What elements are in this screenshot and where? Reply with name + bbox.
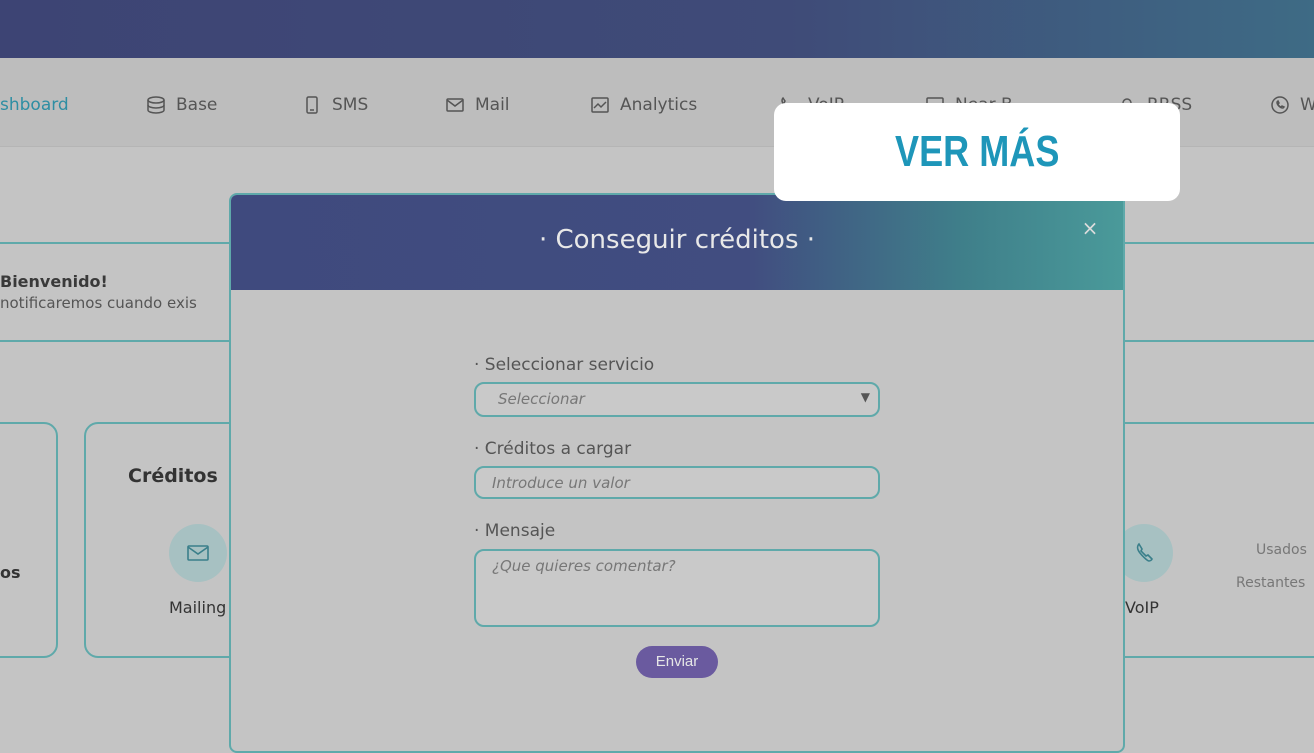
welcome-subtitle: notificaremos cuando exis <box>0 294 197 312</box>
nav-item-label: Base <box>176 95 218 115</box>
modal-header: · Conseguir créditos · × <box>231 195 1123 290</box>
mail-icon <box>187 545 209 561</box>
nav-item-label: Mail <box>475 95 510 115</box>
nav-item-label: SMS <box>332 95 369 115</box>
nav-item-sms[interactable]: SMS <box>302 90 368 120</box>
ver-mas-label: VER MÁS <box>894 127 1060 176</box>
credits-amount-placeholder: Introduce un valor <box>492 474 630 492</box>
voip-label: VoIP <box>1125 598 1159 617</box>
message-placeholder: ¿Que quieres comentar? <box>492 557 676 575</box>
credits-title: Créditos <box>128 465 218 487</box>
voip-icon <box>1136 542 1153 562</box>
message-label: · Mensaje <box>474 521 556 541</box>
nav-item-analytics[interactable]: Analytics <box>590 90 697 120</box>
mailing-label: Mailing <box>169 598 227 617</box>
nav-item-dashboard[interactable]: shboard <box>0 90 69 120</box>
ver-mas-button[interactable]: VER MÁS <box>774 103 1180 201</box>
mail-icon <box>446 98 464 112</box>
modal-title: · Conseguir créditos · <box>538 225 816 255</box>
nav-item-label: Analytics <box>620 95 698 115</box>
card-left <box>0 422 58 658</box>
service-label: · Seleccionar servicio <box>474 355 655 375</box>
service-select-value: Seleccionar <box>498 390 585 408</box>
card-left-label: os <box>0 563 21 582</box>
mailing-badge <box>169 524 227 582</box>
nav-item-whatsapp[interactable]: W <box>1270 90 1314 120</box>
service-select[interactable]: Seleccionar ▼ <box>474 382 880 417</box>
credits-amount-label: · Créditos a cargar <box>474 439 632 459</box>
database-icon <box>147 96 165 114</box>
credits-amount-input[interactable]: Introduce un valor <box>474 466 880 499</box>
phone-icon <box>306 96 318 114</box>
top-header-bar <box>0 0 1314 58</box>
close-icon[interactable]: × <box>1081 218 1099 238</box>
remaining-label: Restantes <box>1236 575 1306 591</box>
welcome-title: Bienvenido! <box>0 272 108 291</box>
message-textarea[interactable]: ¿Que quieres comentar? <box>474 549 880 627</box>
send-button[interactable]: Enviar <box>636 646 718 678</box>
get-credits-modal: · Conseguir créditos · × · Seleccionar s… <box>229 193 1125 753</box>
nav-item-base[interactable]: Base <box>146 90 217 120</box>
analytics-icon <box>591 97 609 113</box>
whatsapp-icon <box>1271 96 1289 114</box>
used-label: Usados <box>1256 542 1307 558</box>
chevron-down-icon: ▼ <box>860 390 870 404</box>
nav-item-mail[interactable]: Mail <box>445 90 510 120</box>
nav-item-label: shboard <box>0 95 69 115</box>
nav-item-label: W <box>1300 95 1314 115</box>
